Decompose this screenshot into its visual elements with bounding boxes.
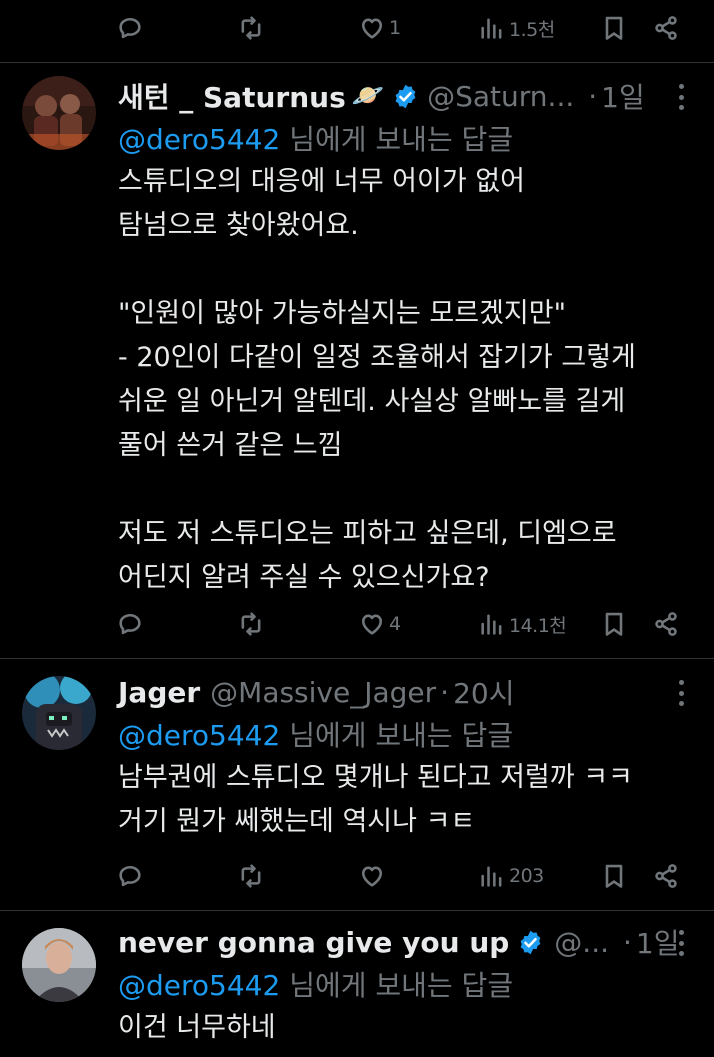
divider bbox=[0, 62, 714, 63]
reply-icon bbox=[116, 862, 144, 890]
retweet-icon bbox=[237, 610, 265, 638]
views-count: 14.1천 bbox=[509, 614, 567, 637]
bookmark-button[interactable] bbox=[600, 848, 628, 904]
like-button[interactable]: 1 bbox=[358, 0, 401, 56]
retweet-button[interactable] bbox=[237, 0, 265, 56]
share-button[interactable] bbox=[652, 0, 680, 56]
share-button[interactable] bbox=[652, 596, 680, 652]
retweet-icon bbox=[237, 14, 265, 42]
timestamp[interactable]: 20시 bbox=[453, 672, 514, 712]
handle[interactable]: @Massive_Jager bbox=[210, 676, 436, 709]
bookmark-button[interactable] bbox=[600, 596, 628, 652]
tweet-header: never gonna give you up @... · 1일 bbox=[118, 922, 679, 962]
display-name[interactable]: Jager bbox=[118, 676, 200, 709]
prev-tweet-action-bar: 1 1.5천 bbox=[0, 0, 714, 56]
tweet-text: 스튜디오의 대응에 너무 어이가 없어 탐넘으로 찾아왔어요. "인원이 많아 … bbox=[118, 166, 636, 593]
replying-to: @dero5442 님에게 보내는 답글 bbox=[118, 714, 513, 754]
avatar[interactable] bbox=[22, 76, 96, 150]
bookmark-button[interactable] bbox=[600, 0, 628, 56]
planet-emoji: 🪐 bbox=[351, 81, 385, 111]
tweet-action-bar: 203 bbox=[0, 848, 714, 904]
separator-dot: · bbox=[623, 925, 632, 959]
tweet[interactable]: Jager @Massive_Jager · 20시 @dero5442 님에게… bbox=[0, 672, 714, 904]
reply-button[interactable] bbox=[116, 596, 144, 652]
verified-badge-icon bbox=[520, 930, 541, 954]
bookmark-icon bbox=[600, 862, 628, 890]
more-icon[interactable] bbox=[678, 930, 684, 956]
views-icon bbox=[478, 610, 506, 638]
display-name[interactable]: 새턴 _ Saturnus bbox=[118, 76, 346, 116]
avatar[interactable] bbox=[22, 928, 96, 1002]
tweet[interactable]: 새턴 _ Saturnus 🪐 @Saturn... · 1일 @dero544… bbox=[0, 76, 714, 656]
share-icon bbox=[652, 14, 680, 42]
verified-badge-icon bbox=[395, 84, 416, 108]
tweet-text: 이건 너무하네 bbox=[118, 1012, 276, 1043]
replying-to: @dero5442 님에게 보내는 답글 bbox=[118, 118, 513, 158]
share-icon bbox=[652, 610, 680, 638]
more-icon[interactable] bbox=[678, 680, 684, 706]
share-button[interactable] bbox=[652, 848, 680, 904]
reply-button[interactable] bbox=[116, 848, 144, 904]
bookmark-icon bbox=[600, 14, 628, 42]
views-icon bbox=[478, 862, 506, 890]
like-icon bbox=[358, 862, 386, 890]
like-icon bbox=[358, 610, 386, 638]
avatar[interactable] bbox=[22, 676, 96, 750]
replying-to: @dero5442 님에게 보내는 답글 bbox=[118, 964, 513, 1004]
replying-to-suffix: 님에게 보내는 답글 bbox=[280, 969, 514, 1002]
reply-button[interactable] bbox=[116, 0, 144, 56]
views-button[interactable]: 1.5천 bbox=[478, 0, 555, 56]
views-icon bbox=[478, 14, 506, 42]
views-count: 1.5천 bbox=[509, 18, 555, 41]
tweet-header: Jager @Massive_Jager · 20시 bbox=[118, 672, 514, 712]
timestamp[interactable]: 1일 bbox=[601, 76, 645, 116]
reply-icon bbox=[116, 610, 144, 638]
separator-dot: · bbox=[440, 675, 450, 709]
views-button[interactable]: 14.1천 bbox=[478, 596, 567, 652]
replying-to-suffix: 님에게 보내는 답글 bbox=[280, 123, 514, 156]
share-icon bbox=[652, 862, 680, 890]
like-count: 1 bbox=[389, 17, 401, 39]
more-icon[interactable] bbox=[678, 84, 684, 110]
retweet-button[interactable] bbox=[237, 596, 265, 652]
mention-link[interactable]: @dero5442 bbox=[118, 123, 280, 156]
divider bbox=[0, 658, 714, 659]
tweet-action-bar: 4 14.1천 bbox=[0, 596, 714, 652]
handle[interactable]: @... bbox=[554, 926, 609, 959]
reply-icon bbox=[116, 14, 144, 42]
like-icon bbox=[358, 14, 386, 42]
handle[interactable]: @Saturn... bbox=[427, 80, 574, 113]
tweet-text: 남부권에 스튜디오 몇개나 된다고 저럴까 ㅋㅋ 거기 뭔가 쎄했는데 역시나 … bbox=[118, 762, 633, 837]
retweet-icon bbox=[237, 862, 265, 890]
separator-dot: · bbox=[588, 79, 598, 113]
retweet-button[interactable] bbox=[237, 848, 265, 904]
timestamp[interactable]: 1일 bbox=[636, 922, 680, 962]
views-count: 203 bbox=[509, 865, 544, 887]
bookmark-icon bbox=[600, 610, 628, 638]
tweet[interactable]: never gonna give you up @... · 1일 @dero5… bbox=[0, 922, 714, 1057]
like-button[interactable]: 4 bbox=[358, 596, 401, 652]
divider bbox=[0, 910, 714, 911]
tweet-header: 새턴 _ Saturnus 🪐 @Saturn... · 1일 bbox=[118, 76, 645, 116]
mention-link[interactable]: @dero5442 bbox=[118, 719, 280, 752]
replying-to-suffix: 님에게 보내는 답글 bbox=[280, 719, 514, 752]
display-name[interactable]: never gonna give you up bbox=[118, 926, 509, 959]
like-count: 4 bbox=[389, 613, 401, 635]
views-button[interactable]: 203 bbox=[478, 848, 544, 904]
mention-link[interactable]: @dero5442 bbox=[118, 969, 280, 1002]
like-button[interactable] bbox=[358, 848, 386, 904]
